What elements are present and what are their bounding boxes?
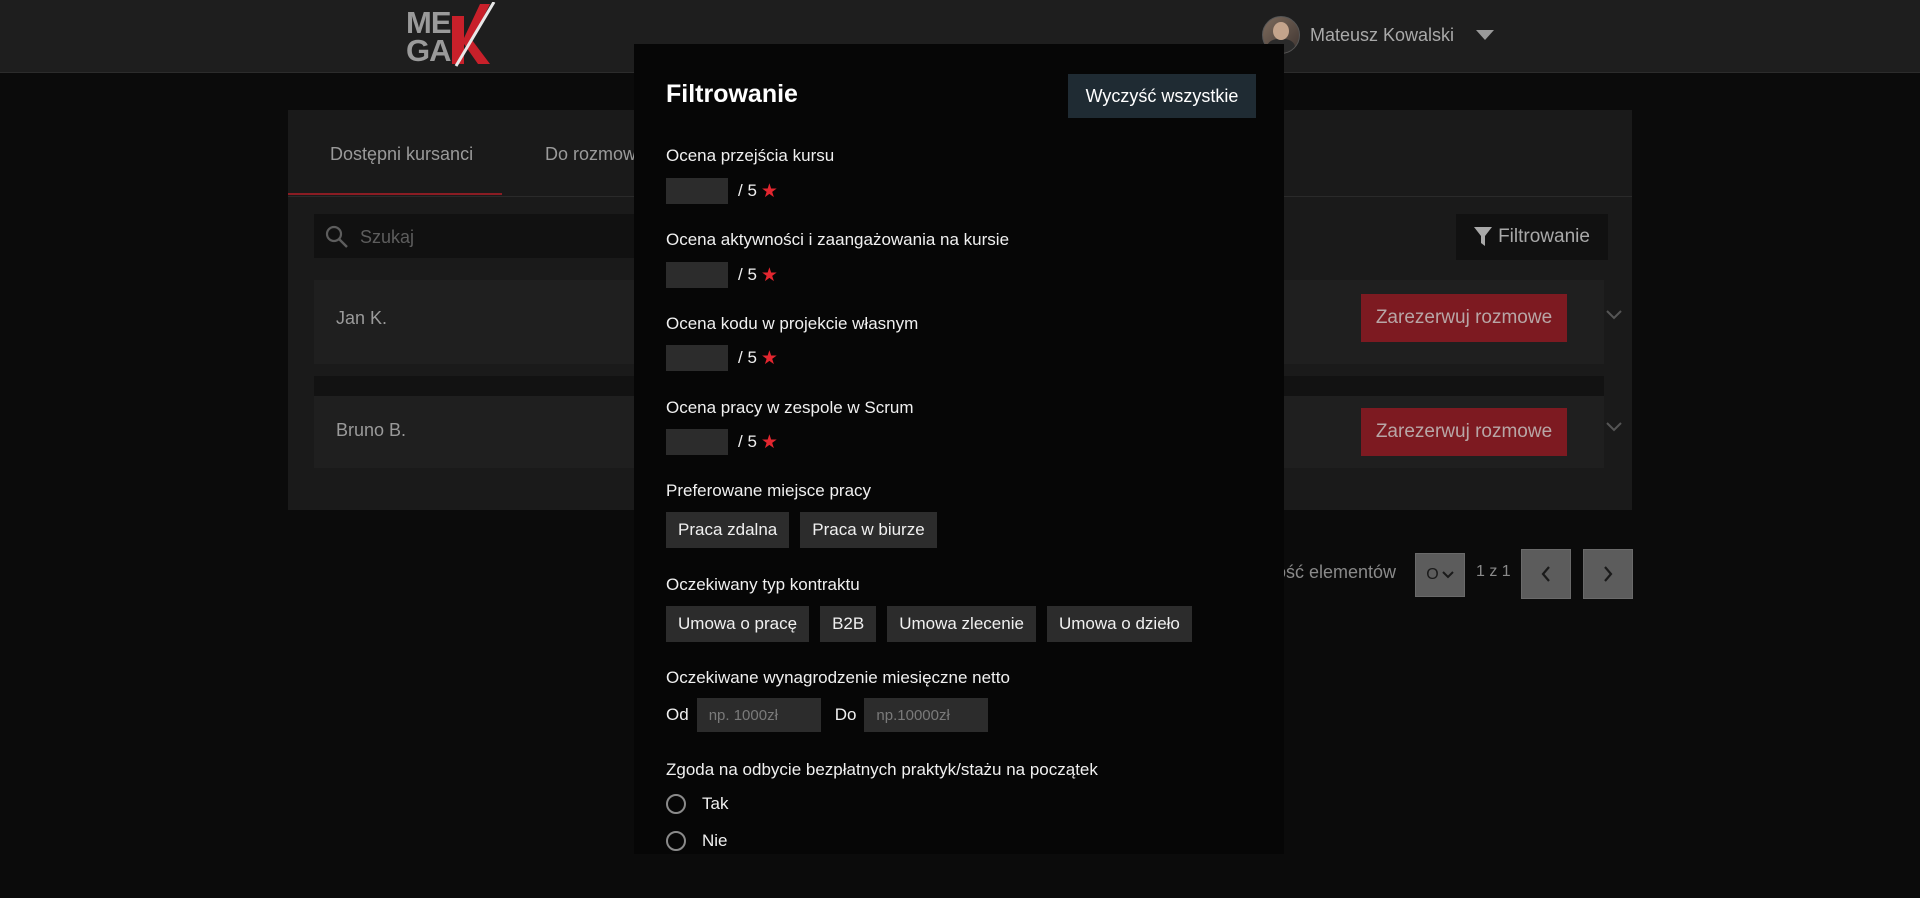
- salary-to-label: Do: [834, 705, 857, 724]
- radio-label: Nie: [702, 831, 728, 850]
- tab-to-interview[interactable]: Do rozmow: [545, 144, 636, 165]
- filter-button-label: Filtrowanie: [1498, 226, 1590, 247]
- chevron-down-icon: [1442, 571, 1454, 579]
- workplace-label: Preferowane miejsce pracy: [666, 481, 872, 500]
- user-name: Mateusz Kowalski: [1310, 24, 1455, 45]
- internship-label: Zgoda na odbycie bezpłatnych praktyk/sta…: [666, 760, 1098, 779]
- rating-scrum-input[interactable]: [666, 429, 728, 455]
- rating-activity: / 5 ★: [666, 262, 778, 288]
- rating-suffix: / 5: [738, 432, 757, 451]
- chevron-left-icon: [1541, 566, 1550, 582]
- rating-code: / 5 ★: [666, 345, 778, 371]
- radio-button[interactable]: [666, 794, 686, 814]
- radio-label: Tak: [702, 794, 729, 813]
- rating-scrum-label: Ocena pracy w zespole w Scrum: [666, 398, 914, 417]
- star-icon: ★: [760, 264, 778, 286]
- salary-label: Oczekiwane wynagrodzenie miesięczne nett…: [666, 668, 1010, 687]
- salary-from-input[interactable]: [696, 698, 821, 732]
- reserve-interview-button[interactable]: Zarezerwuj rozmowe: [1361, 294, 1567, 342]
- page-info: 1 z 1: [1476, 563, 1511, 580]
- option-remote-work[interactable]: Praca zdalna: [666, 512, 790, 548]
- option-employment-contract[interactable]: Umowa o pracę: [666, 606, 810, 642]
- rating-code-input[interactable]: [666, 345, 728, 371]
- filter-button[interactable]: Filtrowanie: [1456, 214, 1608, 260]
- rating-activity-label: Ocena aktywności i zaangażowania na kurs…: [666, 230, 1010, 249]
- salary-to-input[interactable]: [864, 698, 989, 732]
- student-name: Bruno B.: [336, 420, 407, 440]
- rating-course-label: Ocena przejścia kursu: [666, 146, 835, 165]
- star-icon: ★: [760, 431, 778, 453]
- chevron-down-icon[interactable]: [1476, 30, 1495, 40]
- salary-from-label: Od: [666, 705, 689, 724]
- user-menu[interactable]: Mateusz Kowalski: [1262, 14, 1495, 56]
- active-tab-indicator: [288, 193, 502, 195]
- rating-suffix: / 5: [738, 265, 757, 284]
- radio-button[interactable]: [666, 831, 686, 851]
- option-b2b[interactable]: B2B: [820, 606, 877, 642]
- contract-type-label: Oczekiwany typ kontraktu: [666, 575, 860, 594]
- search-icon: [325, 225, 348, 248]
- logo-text-bottom: GA: [406, 33, 451, 68]
- workplace-options: Praca zdalna Praca w biurze: [666, 512, 948, 548]
- salary-range: Od Do: [666, 698, 1002, 732]
- chevron-down-icon[interactable]: [1606, 310, 1622, 320]
- logo-k-mark-icon: [452, 2, 496, 67]
- modal-title: Filtrowanie: [666, 80, 798, 108]
- filter-modal: Filtrowanie Wyczyść wszystkie Ocena prze…: [634, 44, 1284, 854]
- option-work-contract[interactable]: Umowa o dzieło: [1046, 606, 1192, 642]
- internship-option-yes[interactable]: Tak: [666, 794, 728, 814]
- internship-option-no[interactable]: Nie: [666, 831, 728, 851]
- tab-available-students[interactable]: Dostępni kursanci: [330, 144, 473, 165]
- rating-activity-input[interactable]: [666, 262, 728, 288]
- per-page-label: ość elementów: [1276, 562, 1397, 582]
- student-name: Jan K.: [336, 308, 388, 328]
- option-office-work[interactable]: Praca w biurze: [800, 512, 937, 548]
- reserve-interview-button[interactable]: Zarezerwuj rozmowe: [1361, 408, 1567, 456]
- option-mandate-contract[interactable]: Umowa zlecenie: [887, 606, 1036, 642]
- chevron-right-icon: [1604, 566, 1613, 582]
- prev-page-button[interactable]: [1521, 549, 1571, 599]
- chevron-down-icon[interactable]: [1606, 422, 1622, 432]
- star-icon: ★: [760, 180, 778, 202]
- rating-suffix: / 5: [738, 348, 757, 367]
- megak-logo[interactable]: ME GA: [406, 2, 498, 68]
- rating-course: / 5 ★: [666, 178, 778, 204]
- rating-scrum: / 5 ★: [666, 429, 778, 455]
- search-input[interactable]: [358, 214, 662, 260]
- next-page-button[interactable]: [1583, 549, 1633, 599]
- per-page-value: O: [1426, 566, 1439, 583]
- star-icon: ★: [760, 347, 778, 369]
- rating-code-label: Ocena kodu w projekcie własnym: [666, 314, 919, 333]
- rating-suffix: / 5: [738, 181, 757, 200]
- per-page-select[interactable]: O: [1415, 553, 1465, 597]
- rating-course-input[interactable]: [666, 178, 728, 204]
- clear-all-button[interactable]: Wyczyść wszystkie: [1068, 74, 1256, 118]
- contract-type-options: Umowa o pracę B2B Umowa zlecenie Umowa o…: [666, 606, 1203, 642]
- filter-icon: [1474, 227, 1493, 246]
